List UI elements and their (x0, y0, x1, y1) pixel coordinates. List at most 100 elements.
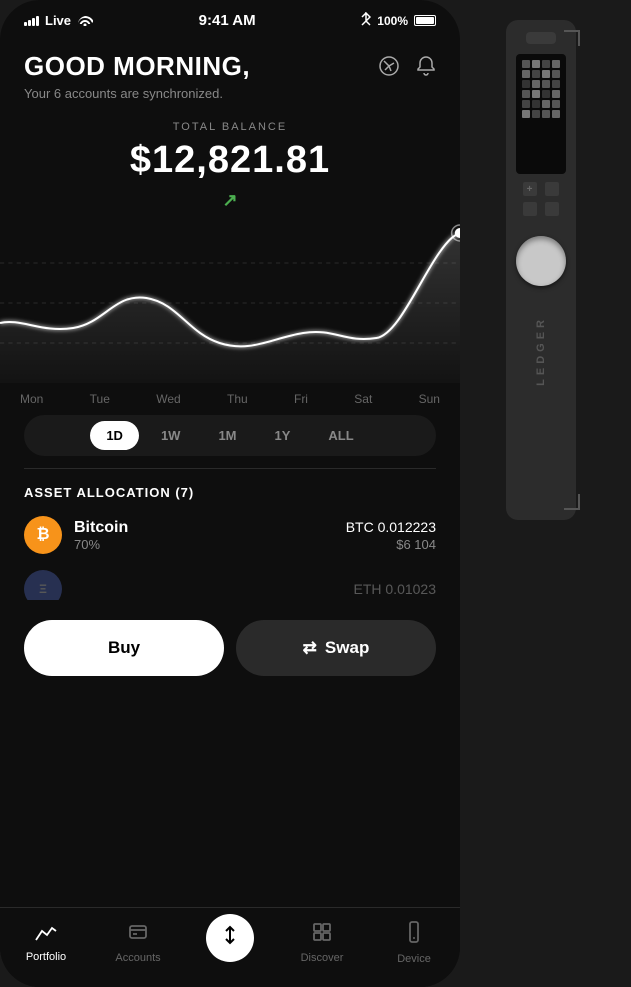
eth-asset-item: Ξ ETH 0.01023 (24, 570, 436, 600)
signal-bar-2 (28, 20, 31, 26)
time-btn-1m[interactable]: 1M (202, 421, 252, 450)
eth-amount: ETH 0.01023 (354, 581, 437, 597)
balance-amount: $12,821.81 (24, 139, 436, 182)
bottom-nav: Portfolio Accounts (0, 907, 460, 987)
day-thu: Thu (227, 392, 248, 406)
corner-bracket-br (564, 494, 580, 510)
nav-discover[interactable]: Discover (276, 922, 368, 964)
greeting-subtitle: Your 6 accounts are synchronized. (24, 86, 250, 101)
notification-icon[interactable] (416, 55, 436, 83)
ledger-hardware-device: + LEDGER (460, 0, 631, 987)
battery-icon (414, 15, 436, 26)
asset-amount: BTC 0.012223 (346, 519, 436, 535)
portfolio-icon[interactable] (378, 55, 400, 83)
swap-button[interactable]: ⇄ Swap (236, 620, 436, 676)
main-content: GOOD MORNING, Your 6 accounts are synchr… (0, 35, 460, 987)
asset-fiat-value: $6 104 (346, 537, 436, 552)
device-bottom-buttons (523, 202, 559, 216)
day-mon: Mon (20, 392, 43, 406)
status-time: 9:41 AM (199, 12, 256, 29)
asset-title: ASSET ALLOCATION (7) (24, 485, 436, 500)
dp17 (522, 100, 530, 108)
ledger-brand-text: LEDGER (535, 316, 547, 386)
balance-section: TOTAL BALANCE $12,821.81 ↗ (0, 109, 460, 211)
dp10 (532, 80, 540, 88)
dp16 (552, 90, 560, 98)
dp19 (542, 100, 550, 108)
time-btn-all[interactable]: ALL (312, 421, 369, 450)
battery-percentage: 100% (377, 14, 408, 28)
nav-portfolio[interactable]: Portfolio (0, 923, 92, 963)
time-btn-1d[interactable]: 1D (90, 421, 139, 450)
accounts-nav-label: Accounts (115, 952, 160, 964)
eth-asset-left: Ξ (24, 570, 62, 600)
nav-transfer[interactable] (184, 914, 276, 972)
signal-bars (24, 16, 39, 26)
day-sat: Sat (354, 392, 372, 406)
change-arrow: ↗ (222, 190, 237, 211)
status-right: 100% (361, 12, 436, 29)
corner-bracket-tr (564, 30, 580, 46)
balance-label: TOTAL BALANCE (24, 121, 436, 133)
accounts-nav-icon (128, 922, 148, 948)
asset-right: BTC 0.012223 $6 104 (346, 519, 436, 552)
header: GOOD MORNING, Your 6 accounts are synchr… (0, 35, 460, 109)
dp14 (532, 90, 540, 98)
dp5 (522, 70, 530, 78)
asset-name: Bitcoin (74, 519, 128, 537)
transfer-icon (220, 925, 240, 951)
day-wed: Wed (156, 392, 180, 406)
dp23 (542, 110, 550, 118)
dp12 (552, 80, 560, 88)
portfolio-nav-label: Portfolio (26, 951, 66, 963)
greeting-section: GOOD MORNING, Your 6 accounts are synchr… (24, 51, 250, 101)
bitcoin-asset-item[interactable]: ₿ Bitcoin 70% BTC 0.012223 $6 104 (24, 516, 436, 554)
device-container: + LEDGER (506, 20, 586, 520)
swap-icon: ⇄ (303, 638, 317, 658)
bluetooth-icon (361, 12, 371, 29)
phone-frame: Live 9:41 AM 100% GOOD MORNING (0, 0, 460, 987)
discover-nav-icon (312, 922, 332, 948)
device-body: + LEDGER (506, 20, 576, 520)
bitcoin-icon: ₿ (24, 516, 62, 554)
dp18 (532, 100, 540, 108)
nav-device[interactable]: Device (368, 921, 460, 965)
day-tue: Tue (90, 392, 110, 406)
signal-bar-1 (24, 22, 27, 26)
device-btn-plus: + (523, 182, 537, 196)
day-sun: Sun (419, 392, 440, 406)
balance-change: ↗ (24, 190, 436, 211)
chart-section: Mon Tue Wed Thu Fri Sat Sun (0, 223, 460, 403)
eth-asset-right: ETH 0.01023 (354, 581, 437, 597)
price-chart (0, 223, 460, 383)
device-btn-icon (545, 182, 559, 196)
dp22 (532, 110, 540, 118)
device-nav-icon (405, 921, 423, 949)
day-fri: Fri (294, 392, 308, 406)
dp1 (522, 60, 530, 68)
chart-line (0, 233, 460, 346)
header-icons (378, 51, 436, 83)
action-buttons: Buy ⇄ Swap (0, 608, 460, 688)
chart-fill-area (0, 233, 460, 383)
dp7 (542, 70, 550, 78)
dp3 (542, 60, 550, 68)
next-asset-hint: Ξ ETH 0.01023 (24, 570, 436, 600)
dp4 (552, 60, 560, 68)
buy-button[interactable]: Buy (24, 620, 224, 676)
chart-day-labels: Mon Tue Wed Thu Fri Sat Sun (0, 392, 460, 406)
dp24 (552, 110, 560, 118)
time-btn-1y[interactable]: 1Y (259, 421, 307, 450)
device-nav-label: Device (397, 953, 431, 965)
swap-label: Swap (325, 638, 369, 658)
time-selector: 1D 1W 1M 1Y ALL (24, 415, 436, 456)
transfer-center-button[interactable] (206, 914, 254, 962)
nav-accounts[interactable]: Accounts (92, 922, 184, 964)
dp11 (542, 80, 550, 88)
time-btn-1w[interactable]: 1W (145, 421, 197, 450)
device-round-button (516, 236, 566, 286)
carrier-label: Live (45, 13, 71, 28)
eth-icon: Ξ (24, 570, 62, 600)
discover-nav-label: Discover (301, 952, 344, 964)
dp21 (522, 110, 530, 118)
